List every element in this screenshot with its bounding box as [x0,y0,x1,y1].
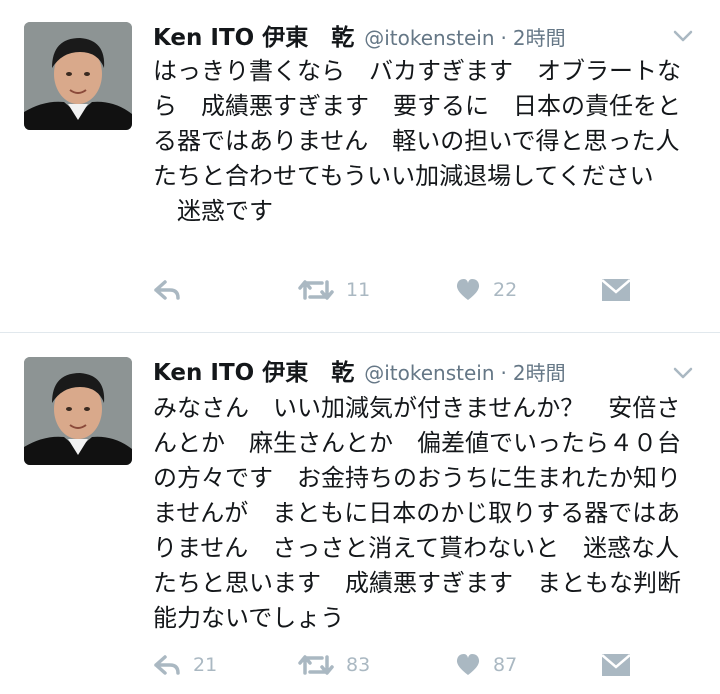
reply-icon [154,280,180,300]
chevron-down-icon[interactable] [672,365,694,381]
reply-button[interactable]: 21 [153,653,298,677]
like-count: 22 [493,279,518,301]
retweet-icon [298,655,334,675]
like-count: 87 [493,654,518,676]
reply-count: 21 [193,654,218,676]
reply-icon [154,655,180,675]
author-name[interactable]: Ken ITO 伊東 乾 [153,353,354,387]
author-handle[interactable]: @itokenstein [364,361,494,385]
tweet-actions: 11 22 [153,278,690,302]
author-name[interactable]: Ken ITO 伊東 乾 [153,18,354,52]
author-handle[interactable]: @itokenstein [364,26,494,50]
retweet-count: 83 [346,654,371,676]
envelope-icon [601,279,631,301]
tweet-actions: 21 83 87 [153,653,690,677]
like-button[interactable]: 87 [455,653,601,677]
tweet-header: Ken ITO 伊東 乾 @itokenstein · 2時間 [153,353,660,387]
avatar[interactable] [24,22,132,130]
tweet-header: Ken ITO 伊東 乾 @itokenstein · 2時間 [153,18,660,52]
retweet-button[interactable]: 11 [298,278,455,302]
heart-icon [456,654,480,675]
retweet-count: 11 [346,279,371,301]
direct-message-button[interactable] [601,278,631,302]
timestamp[interactable]: 2時間 [513,22,566,51]
heart-icon [456,279,480,300]
avatar[interactable] [24,357,132,465]
retweet-icon [298,280,334,300]
direct-message-button[interactable] [601,653,631,677]
like-button[interactable]: 22 [455,278,601,302]
tweet-text: みなさん いい加減気が付きませんか？ 安倍さんとか 麻生さんとか 偏差値でいった… [153,394,681,632]
tweet-1[interactable]: Ken ITO 伊東 乾 @itokenstein · 2時間 はっきり書くなら… [0,0,720,332]
separator: · [500,361,507,385]
tweet-2[interactable]: Ken ITO 伊東 乾 @itokenstein · 2時間 みなさん いい加… [0,332,720,694]
chevron-down-icon[interactable] [672,28,694,44]
tweet-text: はっきり書くなら バカすぎます オブラートなら 成績悪すぎます 要するに 日本の… [153,57,681,225]
envelope-icon [601,654,631,676]
separator: · [500,26,507,50]
retweet-button[interactable]: 83 [298,653,455,677]
timestamp[interactable]: 2時間 [513,357,566,386]
reply-button[interactable] [153,278,298,302]
